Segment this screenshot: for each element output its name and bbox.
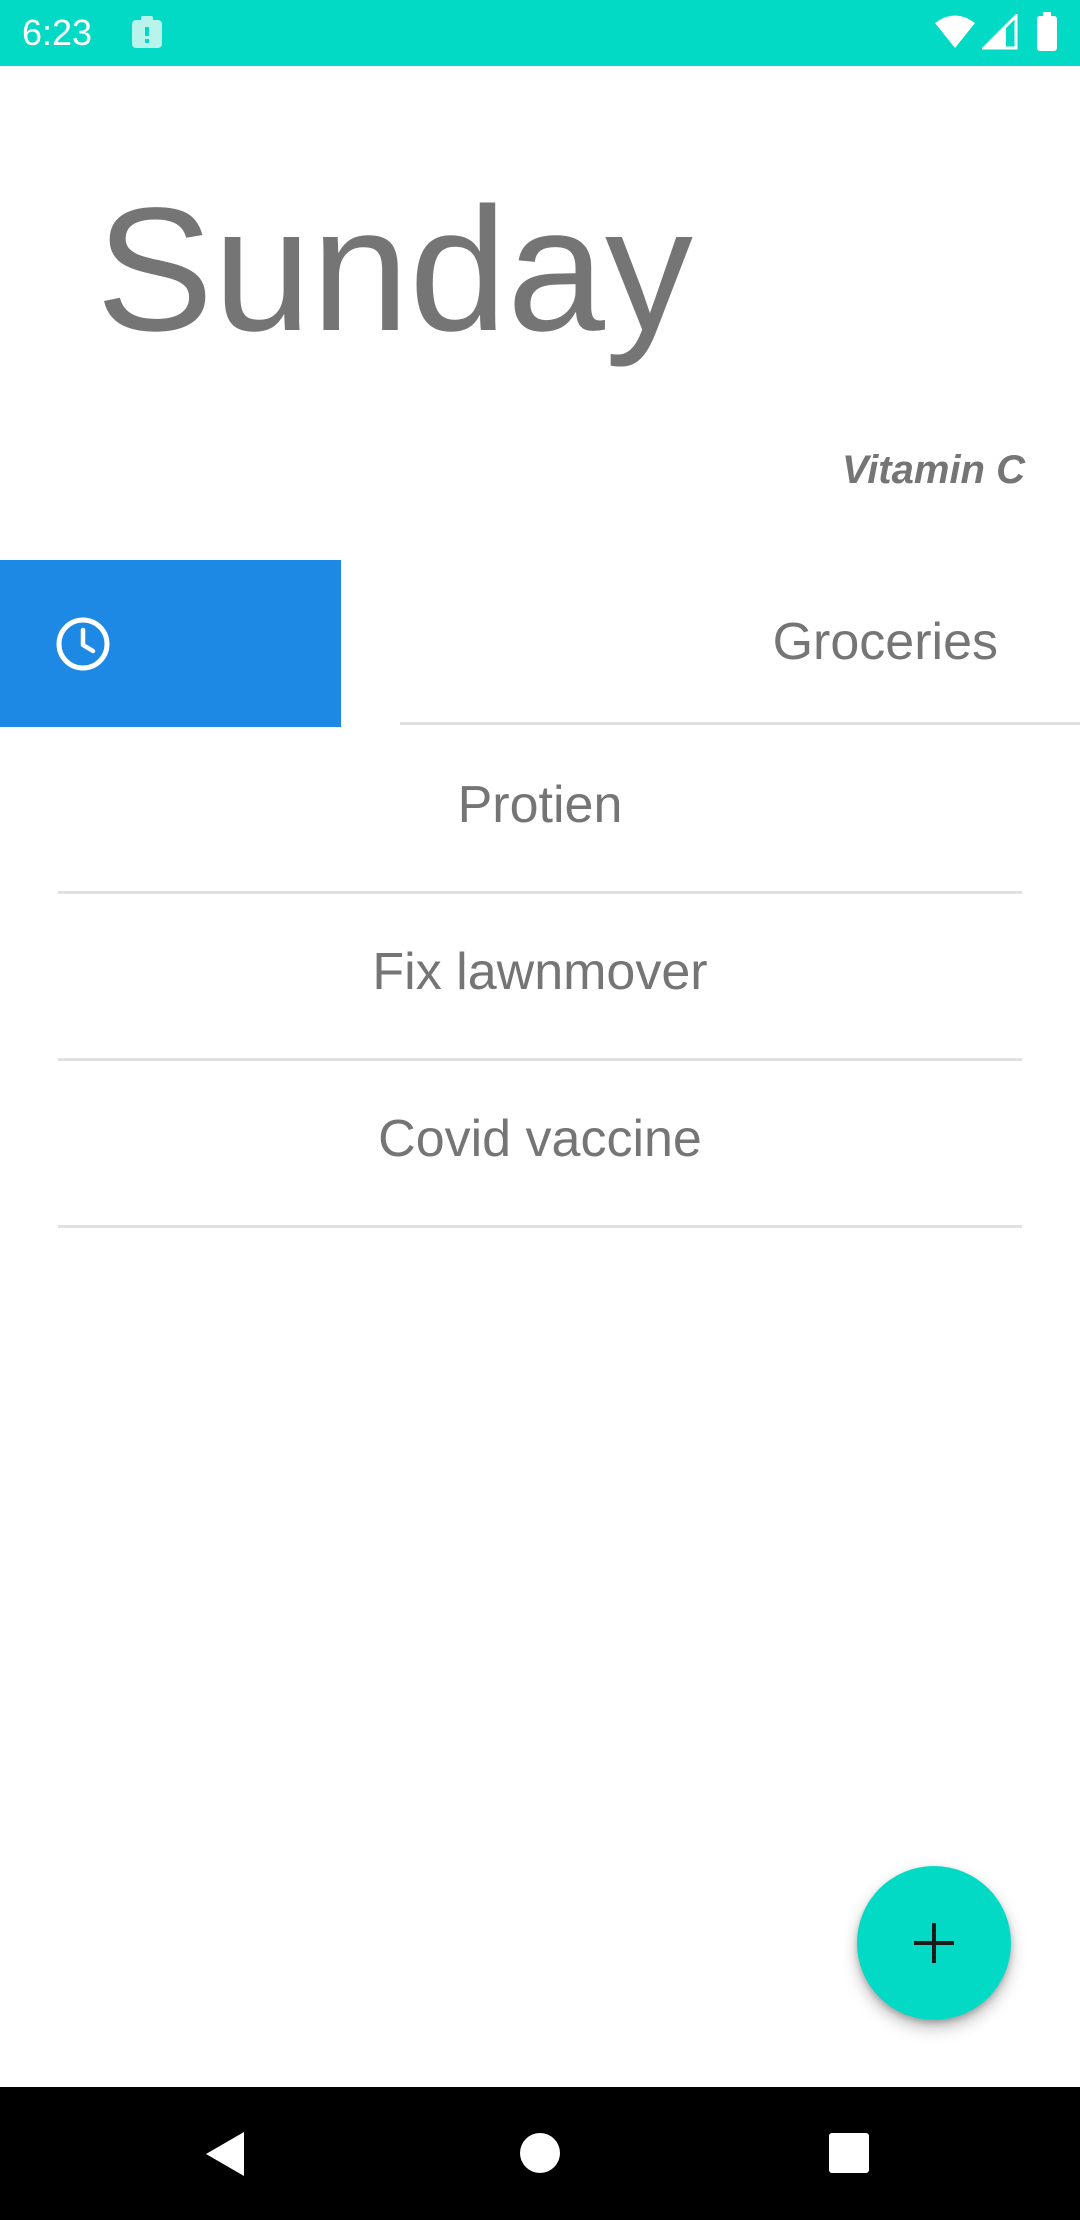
recents-icon[interactable] bbox=[828, 2132, 870, 2174]
task-label: Protien bbox=[457, 776, 623, 834]
battery-icon bbox=[1037, 12, 1057, 51]
task-label: Fix lawnmover bbox=[372, 943, 708, 1001]
task-row[interactable]: Fix lawnmover bbox=[58, 894, 1022, 1061]
task-label: Groceries bbox=[772, 613, 998, 671]
day-title: Sunday bbox=[96, 172, 693, 368]
task-row[interactable]: Protien bbox=[58, 727, 1022, 894]
day-subtitle: Vitamin C bbox=[842, 448, 1025, 492]
clock-icon bbox=[56, 617, 110, 671]
status-time: 6:23 bbox=[22, 12, 93, 53]
add-task-button[interactable] bbox=[857, 1866, 1011, 2020]
task-row[interactable]: Covid vaccine bbox=[58, 1061, 1022, 1228]
home-icon[interactable] bbox=[518, 2131, 562, 2175]
plus-icon bbox=[914, 1923, 954, 1963]
screen: 6:23 Sunday Vitamin C Groceries Protien … bbox=[0, 0, 1080, 2220]
wifi-icon bbox=[935, 15, 975, 48]
status-bar: 6:23 bbox=[0, 0, 1080, 66]
navigation-bar bbox=[0, 2087, 1080, 2220]
signal-icon bbox=[982, 14, 1018, 50]
task-row-swiped[interactable]: Groceries bbox=[400, 560, 1080, 725]
notification-icon bbox=[132, 16, 162, 48]
task-list: Protien Fix lawnmover Covid vaccine bbox=[58, 727, 1022, 1228]
back-icon[interactable] bbox=[202, 2129, 250, 2179]
swipe-action-schedule[interactable] bbox=[0, 560, 341, 727]
task-label: Covid vaccine bbox=[378, 1110, 702, 1168]
